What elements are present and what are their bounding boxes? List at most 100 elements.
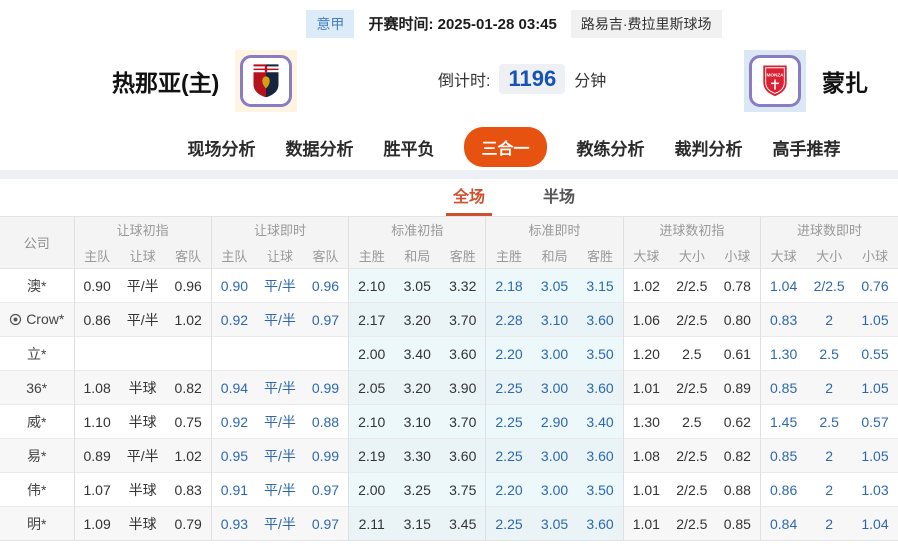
odds-cell: 0.86	[759, 472, 807, 507]
nav-tab[interactable]: 裁判分析	[675, 135, 743, 160]
odds-cell	[210, 336, 258, 371]
odds-cell: 3.70	[440, 302, 486, 337]
odds-column-header: 客胜	[577, 242, 624, 269]
odds-cell: 3.05	[531, 268, 578, 303]
odds-cell: 2/2.5	[668, 506, 715, 541]
odds-cell: 1.08	[622, 438, 669, 473]
odds-cell: 3.05	[394, 268, 441, 303]
odds-cell: 2.05	[348, 370, 395, 405]
odds-cell: 平/半	[257, 506, 303, 541]
odds-cell: 2.5	[806, 404, 853, 439]
home-team-name: 热那亚(主)	[112, 70, 220, 96]
odds-group-header: 进球数初指	[622, 216, 761, 243]
odds-cell: 0.90	[210, 268, 258, 303]
nav-tab[interactable]: 胜平负	[383, 135, 434, 160]
odds-cell: 3.15	[577, 268, 624, 303]
odds-cell: 3.00	[531, 336, 578, 371]
odds-cell: 3.90	[440, 370, 486, 405]
odds-cell: 0.88	[302, 404, 349, 439]
odds-cell: 1.07	[73, 472, 120, 507]
odds-cell: 3.45	[440, 506, 486, 541]
odds-cell: 3.60	[577, 438, 624, 473]
odds-cell: 0.83	[165, 472, 212, 507]
nav-tab[interactable]: 数据分析	[285, 135, 353, 160]
period-subtab[interactable]: 全场	[445, 183, 492, 216]
away-team-logo: MONZA	[744, 50, 806, 112]
company-name: 澳*	[27, 277, 47, 294]
odds-cell	[257, 336, 303, 371]
odds-column-header: 客队	[302, 242, 349, 269]
odds-cell: 0.91	[210, 472, 258, 507]
company-name: 易*	[27, 447, 47, 464]
odds-cell: 平/半	[257, 370, 303, 405]
company-cell: Crow*	[0, 302, 75, 337]
company-name: Crow*	[26, 310, 65, 327]
odds-group-header: 标准即时	[485, 216, 624, 243]
odds-cell: 1.06	[622, 302, 669, 337]
odds-cell: 3.10	[394, 404, 441, 439]
odds-cell: 2/2.5	[668, 302, 715, 337]
period-subtab[interactable]: 半场	[536, 183, 582, 216]
odds-column-header: 主胜	[485, 242, 532, 269]
company-name: 36*	[26, 379, 48, 396]
odds-cell: 0.85	[759, 370, 807, 405]
odds-column-header: 主队	[210, 242, 258, 269]
odds-cell: 2.90	[531, 404, 578, 439]
nav-tab[interactable]: 教练分析	[577, 135, 645, 160]
odds-cell: 2/2.5	[668, 472, 715, 507]
countdown-label: 倒计时:	[438, 73, 491, 90]
odds-cell: 0.82	[165, 370, 212, 405]
odds-cell: 平/半	[257, 268, 303, 303]
odds-cell: 0.89	[714, 370, 761, 405]
company-cell: 立*	[0, 336, 75, 371]
odds-cell	[119, 336, 166, 371]
odds-cell: 2/2.5	[668, 370, 715, 405]
odds-column-header: 和局	[394, 242, 441, 269]
countdown-unit: 分钟	[574, 73, 607, 90]
odds-cell: 3.20	[394, 370, 441, 405]
away-team-name: 蒙扎	[822, 70, 868, 96]
odds-cell: 平/半	[119, 268, 166, 303]
odds-cell: 2.5	[668, 336, 715, 371]
odds-cell: 1.09	[73, 506, 120, 541]
odds-cell: 0.57	[852, 404, 898, 439]
odds-cell: 3.40	[577, 404, 624, 439]
odds-cell: 1.05	[852, 370, 898, 405]
genoa-crest-icon	[240, 55, 293, 107]
odds-cell: 2.5	[668, 404, 715, 439]
odds-cell: 平/半	[119, 302, 166, 337]
odds-cell: 1.30	[759, 336, 807, 371]
venue-badge: 路易吉·费拉里斯球场	[570, 9, 722, 38]
odds-cell: 0.80	[714, 302, 761, 337]
table-header-cols: 主队 让球 客队 主队 让球 客队 主胜 和局 客胜 主胜 和局 客胜 大球 大小 小球 大球 大小 小球	[0, 242, 898, 269]
odds-cell: 1.01	[622, 506, 669, 541]
nav-tab[interactable]: 三合一	[464, 127, 547, 167]
nav-tab[interactable]: 高手推荐	[773, 135, 841, 160]
odds-cell: 3.32	[440, 268, 486, 303]
odds-cell: 2.18	[485, 268, 532, 303]
company-cell: 明*	[0, 506, 75, 541]
table-header-groups: 公司 让球初指 让球即时 标准初指 标准即时 进球数初指 进球数即时	[0, 216, 898, 269]
odds-cell: 1.02	[165, 438, 212, 473]
odds-cell: 1.10	[73, 404, 120, 439]
countdown: 倒计时: 1196 分钟	[438, 64, 606, 94]
away-team: MONZA 蒙扎	[744, 50, 868, 112]
odds-cell: 0.62	[714, 404, 761, 439]
odds-cell: 3.50	[577, 472, 624, 507]
odds-column-header: 让球	[257, 242, 303, 269]
odds-column-header: 大小	[668, 242, 715, 269]
table-row: 伟* 1.07 半球 0.83 0.91 平/半 0.97 2.00 3.25 3.75 2.20 3…	[0, 472, 898, 507]
odds-cell: 2.25	[485, 438, 532, 473]
odds-cell: 2	[806, 370, 853, 405]
odds-cell: 2	[806, 506, 853, 541]
company-cell: 伟*	[0, 472, 75, 507]
odds-cell: 3.05	[531, 506, 578, 541]
odds-cell: 0.85	[759, 438, 807, 473]
table-row: 立* 2.00 3.40 3.60 2.20 3.00 3.50 1.20 2.5 0.61 1.3…	[0, 336, 898, 371]
odds-cell: 1.04	[759, 268, 807, 303]
nav-tab[interactable]: 现场分析	[187, 135, 255, 160]
odds-cell: 3.40	[394, 336, 441, 371]
odds-cell: 1.02	[622, 268, 669, 303]
period-subtabs: 全场 半场	[130, 179, 898, 216]
company-column-header: 公司	[0, 216, 75, 269]
